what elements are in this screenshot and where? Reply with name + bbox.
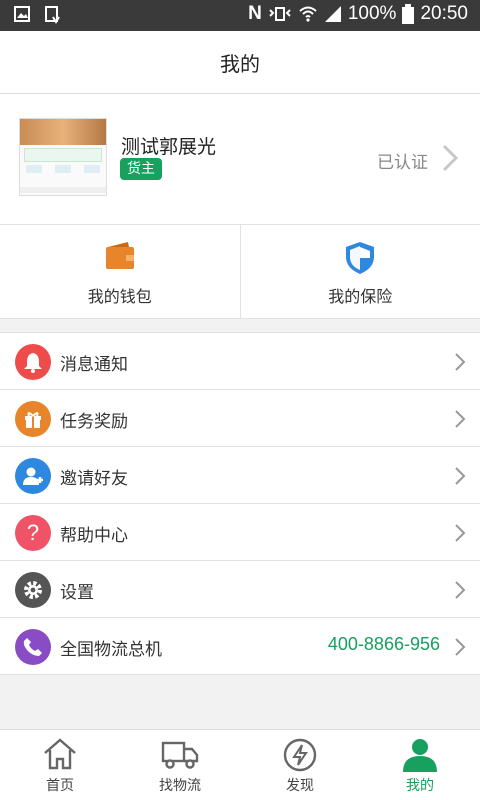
page-title: 我的 (220, 51, 260, 76)
wallet-button[interactable]: 我的钱包 (0, 225, 240, 318)
menu-item-task-rewards[interactable]: 任务奖励 (0, 390, 480, 447)
status-left-icons (14, 6, 60, 24)
menu-item-hotline[interactable]: 全国物流总机 400-8866-956 (0, 618, 480, 675)
gift-icon (15, 401, 51, 437)
add-user-icon (15, 458, 51, 494)
menu-item-settings[interactable]: 设置 (0, 561, 480, 618)
battery-icon (402, 4, 415, 24)
role-badge: 货主 (120, 158, 162, 180)
menu-item-help-center[interactable]: ? 帮助中心 (0, 504, 480, 561)
clock: 20:50 (420, 3, 468, 24)
discover-icon (283, 738, 317, 772)
nfc-icon: N (248, 3, 262, 24)
chevron-right-icon (442, 144, 458, 172)
menu-item-label: 设置 (60, 583, 94, 603)
wallet-label: 我的钱包 (87, 287, 152, 306)
nav-item-discover[interactable]: 发现 (240, 730, 360, 800)
menu-item-label: 邀请好友 (60, 469, 128, 489)
nav-label: 首页 (46, 778, 74, 794)
bottom-nav: 首页 找物流 发现 我的 (0, 729, 480, 800)
chevron-right-icon (455, 467, 466, 485)
person-icon (403, 739, 437, 772)
menu-item-label: 全国物流总机 (60, 640, 162, 660)
gear-icon (15, 572, 51, 608)
menu-item-label: 帮助中心 (60, 526, 128, 546)
image-icon (14, 6, 30, 22)
chevron-right-icon (455, 638, 466, 656)
quick-actions: 我的钱包 我的保险 (0, 225, 480, 319)
insurance-button[interactable]: 我的保险 (239, 225, 480, 318)
battery-percent: 100% (347, 3, 397, 24)
menu-list: 消息通知 任务奖励 邀请好友 ? 帮助中心 设置 全国物流总机 400-8866… (0, 332, 480, 675)
chevron-right-icon (455, 581, 466, 599)
hotline-number[interactable]: 400-8866-956 (328, 634, 440, 655)
profile-name: 测试郭展光 (121, 136, 217, 158)
menu-item-invite-friends[interactable]: 邀请好友 (0, 447, 480, 504)
wallet-icon (105, 242, 134, 269)
signal-icon (324, 6, 341, 22)
nav-item-find-logistics[interactable]: 找物流 (120, 730, 240, 800)
phone-icon (15, 629, 51, 665)
nav-item-home[interactable]: 首页 (0, 730, 120, 800)
wifi-icon (299, 6, 317, 22)
truck-icon (161, 741, 199, 769)
title-bar: 我的 (0, 31, 480, 94)
menu-item-label: 任务奖励 (60, 412, 128, 432)
chevron-right-icon (455, 524, 466, 542)
home-icon (44, 738, 76, 770)
vibrate-icon (269, 7, 291, 21)
bell-icon (15, 344, 51, 380)
verify-status: 已认证 (377, 153, 428, 173)
menu-item-notifications[interactable]: 消息通知 (0, 333, 480, 390)
menu-item-label: 消息通知 (60, 355, 128, 375)
status-bar: N 100% 20:50 (0, 0, 480, 31)
insurance-label: 我的保险 (328, 287, 393, 306)
status-right: N 100% 20:50 (248, 3, 468, 25)
question-icon: ? (15, 515, 51, 551)
profile-card[interactable]: 测试郭展光 货主 已认证 (0, 94, 480, 225)
nav-label: 我的 (406, 778, 434, 794)
shield-icon (346, 242, 375, 274)
chevron-right-icon (455, 410, 466, 428)
nav-item-mine[interactable]: 我的 (360, 730, 480, 800)
nav-label: 找物流 (159, 778, 201, 794)
download-icon (45, 6, 60, 24)
avatar[interactable] (19, 118, 107, 196)
chevron-right-icon (455, 353, 466, 371)
nav-label: 发现 (286, 778, 314, 794)
